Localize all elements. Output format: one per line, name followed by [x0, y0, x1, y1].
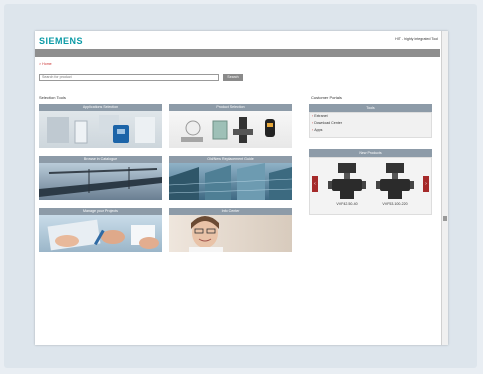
main-menu: Home Applications Products Catalogue Old… — [37, 49, 222, 67]
products-image — [169, 111, 292, 148]
tile-title: Info Center — [169, 208, 292, 215]
valve-icon — [328, 163, 366, 199]
tile-title: Applications Selection — [39, 104, 162, 111]
tool-link-download-center[interactable]: ›Download Center — [310, 120, 431, 127]
product-name[interactable]: VVF53.100-220 — [376, 202, 414, 206]
search-button[interactable]: Search — [223, 74, 243, 81]
tile-applications-selection[interactable]: Applications Selection — [39, 104, 162, 148]
product-card[interactable] — [376, 161, 414, 201]
applications-image — [39, 111, 162, 148]
carousel-prev-button[interactable]: ‹ — [312, 176, 318, 192]
info-center-image — [169, 215, 292, 252]
nav-applications[interactable]: Applications — [54, 59, 73, 63]
tools-header: Tools — [309, 104, 432, 112]
tile-title: Manage your Projects — [39, 208, 162, 215]
valve-icon — [376, 163, 414, 199]
browser-page: SIEMENS HIT - highly integrated Tool Hom… — [35, 31, 448, 345]
selection-tools-heading: Selection Tools — [39, 95, 66, 100]
siemens-logo[interactable]: SIEMENS — [39, 36, 83, 46]
tile-info-center[interactable]: Info Center — [169, 208, 292, 252]
site-tagline: HIT - highly integrated Tool — [395, 37, 438, 41]
carousel-next-button[interactable]: › — [423, 176, 429, 192]
new-products-header: New Products — [309, 149, 432, 157]
customer-portals-heading: Customer Portals — [311, 95, 342, 100]
nav-replacement-guide[interactable]: Old/New Replacement Guide — [126, 59, 173, 63]
tool-link-label: Apps — [314, 128, 323, 132]
breadcrumb[interactable]: > Home — [39, 62, 52, 66]
tile-title: Old/New Replacement Guide — [169, 156, 292, 163]
tool-link-apps[interactable]: ›Apps — [310, 127, 431, 134]
top-navigation: Home Applications Products Catalogue Old… — [35, 49, 440, 63]
vertical-scrollbar[interactable] — [441, 31, 448, 345]
nav-products[interactable]: Products — [81, 59, 95, 63]
tools-list: ›Extranet ›Download Center ›Apps — [309, 112, 432, 138]
tile-product-selection[interactable]: Product Selection — [169, 104, 292, 148]
search-input[interactable] — [39, 74, 219, 81]
utility-menu: HOEU (en) Login Favorites Info — [359, 49, 436, 67]
projects-image — [39, 215, 162, 252]
nav-info-center[interactable]: Info Center — [201, 59, 219, 63]
nav-login[interactable]: Login — [390, 59, 399, 63]
nav-catalogue[interactable]: Catalogue — [103, 59, 119, 63]
catalogue-image — [39, 163, 162, 200]
nav-region-language[interactable]: HOEU (en) — [363, 59, 381, 63]
tile-title: Product Selection — [169, 104, 292, 111]
product-card[interactable] — [328, 161, 366, 201]
nav-info[interactable]: Info — [430, 59, 436, 63]
tool-link-label: Extranet — [314, 114, 328, 118]
product-name[interactable]: VVF42.50-40 — [328, 202, 366, 206]
tile-title: Browse in Catalogue — [39, 156, 162, 163]
nav-projects[interactable]: Projects — [180, 59, 193, 63]
tool-link-extranet[interactable]: ›Extranet — [310, 113, 431, 120]
screenshot-frame: SIEMENS HIT - highly integrated Tool Hom… — [4, 4, 477, 368]
nav-favorites[interactable]: Favorites — [407, 59, 422, 63]
tile-manage-projects[interactable]: Manage your Projects — [39, 208, 162, 252]
new-products-carousel: ‹ › VVF42.50-40 VVF53.100-220 — [309, 157, 432, 215]
tool-link-label: Download Center — [314, 121, 342, 125]
tile-replacement-guide[interactable]: Old/New Replacement Guide — [169, 156, 292, 200]
scrollbar-thumb[interactable] — [443, 216, 447, 221]
tile-browse-catalogue[interactable]: Browse in Catalogue — [39, 156, 162, 200]
replacement-guide-image — [169, 163, 292, 200]
